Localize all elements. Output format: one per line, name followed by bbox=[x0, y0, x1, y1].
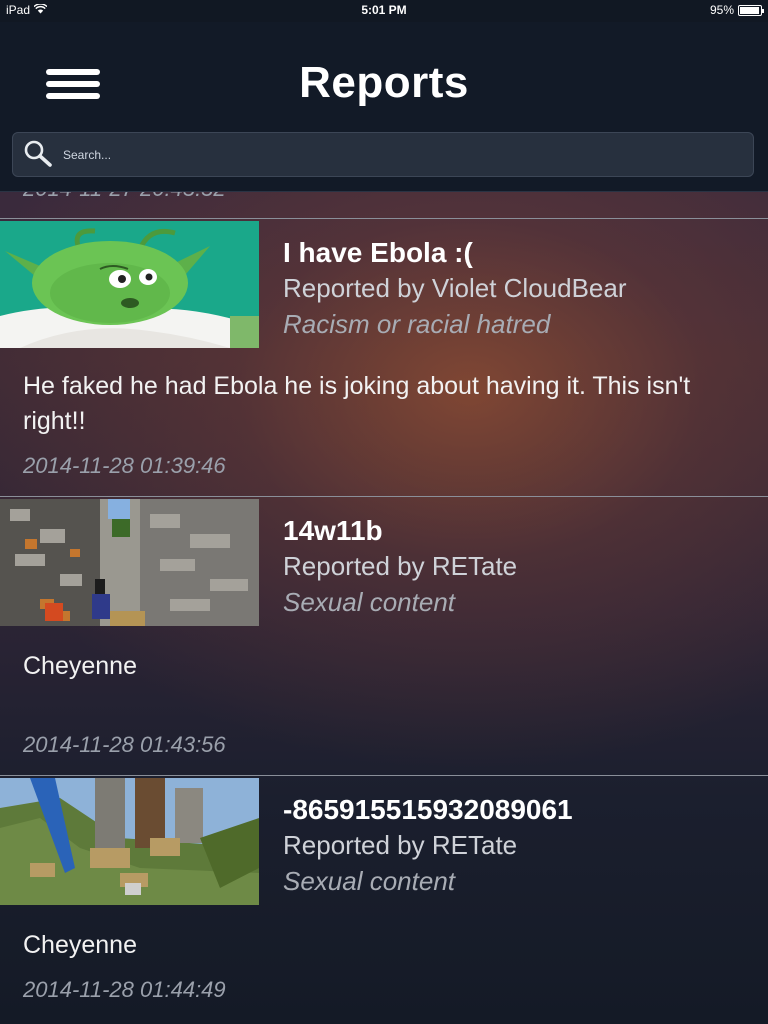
report-description: Cheyenne bbox=[23, 652, 137, 680]
search-input[interactable] bbox=[63, 147, 703, 162]
report-title: I have Ebola :( bbox=[283, 237, 473, 268]
report-thumbnail-alien bbox=[0, 221, 259, 348]
report-category: Sexual content bbox=[283, 866, 456, 896]
battery-percent: 95% bbox=[709, 3, 734, 17]
report-timestamp: 2014-11-28 01:43:56 bbox=[23, 732, 226, 757]
previous-list-item[interactable]: 2014-11-27 20:45:52 bbox=[0, 192, 768, 218]
report-category: Racism or racial hatred bbox=[283, 309, 551, 339]
previous-timestamp: 2014-11-27 20:45:52 bbox=[23, 192, 226, 202]
report-reporter: Reported by Violet CloudBear bbox=[283, 273, 627, 303]
report-list-item[interactable]: -865915515932089061 Reported by RETate S… bbox=[0, 775, 768, 1024]
status-bar: iPad 5:01 PM 95% bbox=[0, 0, 768, 22]
report-category: Sexual content bbox=[283, 587, 456, 617]
report-title: -865915515932089061 bbox=[283, 794, 573, 825]
report-reporter: Reported by RETate bbox=[283, 830, 518, 860]
report-thumbnail-canyon bbox=[0, 499, 259, 626]
page-title: Reports bbox=[299, 58, 469, 107]
report-description: Cheyenne bbox=[23, 931, 137, 959]
status-time: 5:01 PM bbox=[361, 3, 407, 17]
search-bar[interactable] bbox=[12, 132, 754, 177]
report-thumbnail-aerial bbox=[0, 778, 259, 905]
battery-icon bbox=[738, 4, 764, 16]
report-timestamp: 2014-11-28 01:44:49 bbox=[23, 977, 226, 1002]
battery-fill bbox=[740, 6, 759, 14]
report-title: 14w11b bbox=[283, 515, 383, 546]
nav-header: Reports bbox=[0, 22, 768, 192]
report-reporter: Reported by RETate bbox=[283, 551, 518, 581]
search-icon bbox=[23, 135, 63, 175]
report-timestamp: 2014-11-28 01:39:46 bbox=[23, 453, 226, 478]
report-list-item[interactable]: I have Ebola :( Reported by Violet Cloud… bbox=[0, 218, 768, 496]
report-list-item[interactable]: 14w11b Reported by RETate Sexual content… bbox=[0, 496, 768, 775]
status-right: 95% bbox=[709, 3, 764, 17]
report-description: He faked he had Ebola he is joking about… bbox=[23, 372, 691, 435]
